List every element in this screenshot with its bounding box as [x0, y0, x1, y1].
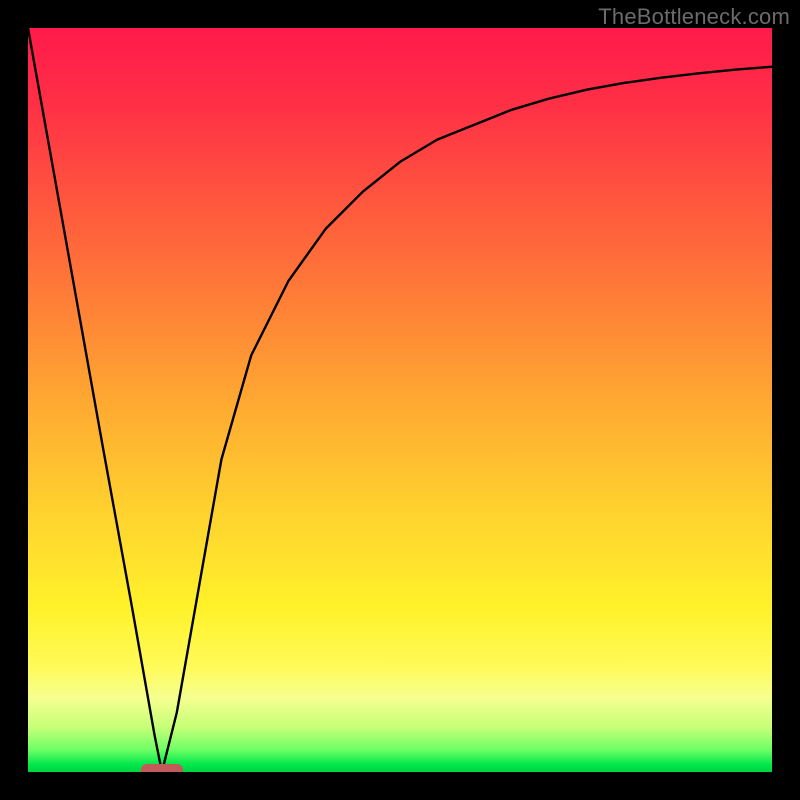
chart-svg — [28, 28, 772, 772]
plot-area — [28, 28, 772, 772]
data-curve — [28, 28, 772, 772]
chart-frame: TheBottleneck.com — [0, 0, 800, 800]
optimal-marker — [141, 764, 183, 772]
watermark-text: TheBottleneck.com — [598, 4, 790, 30]
